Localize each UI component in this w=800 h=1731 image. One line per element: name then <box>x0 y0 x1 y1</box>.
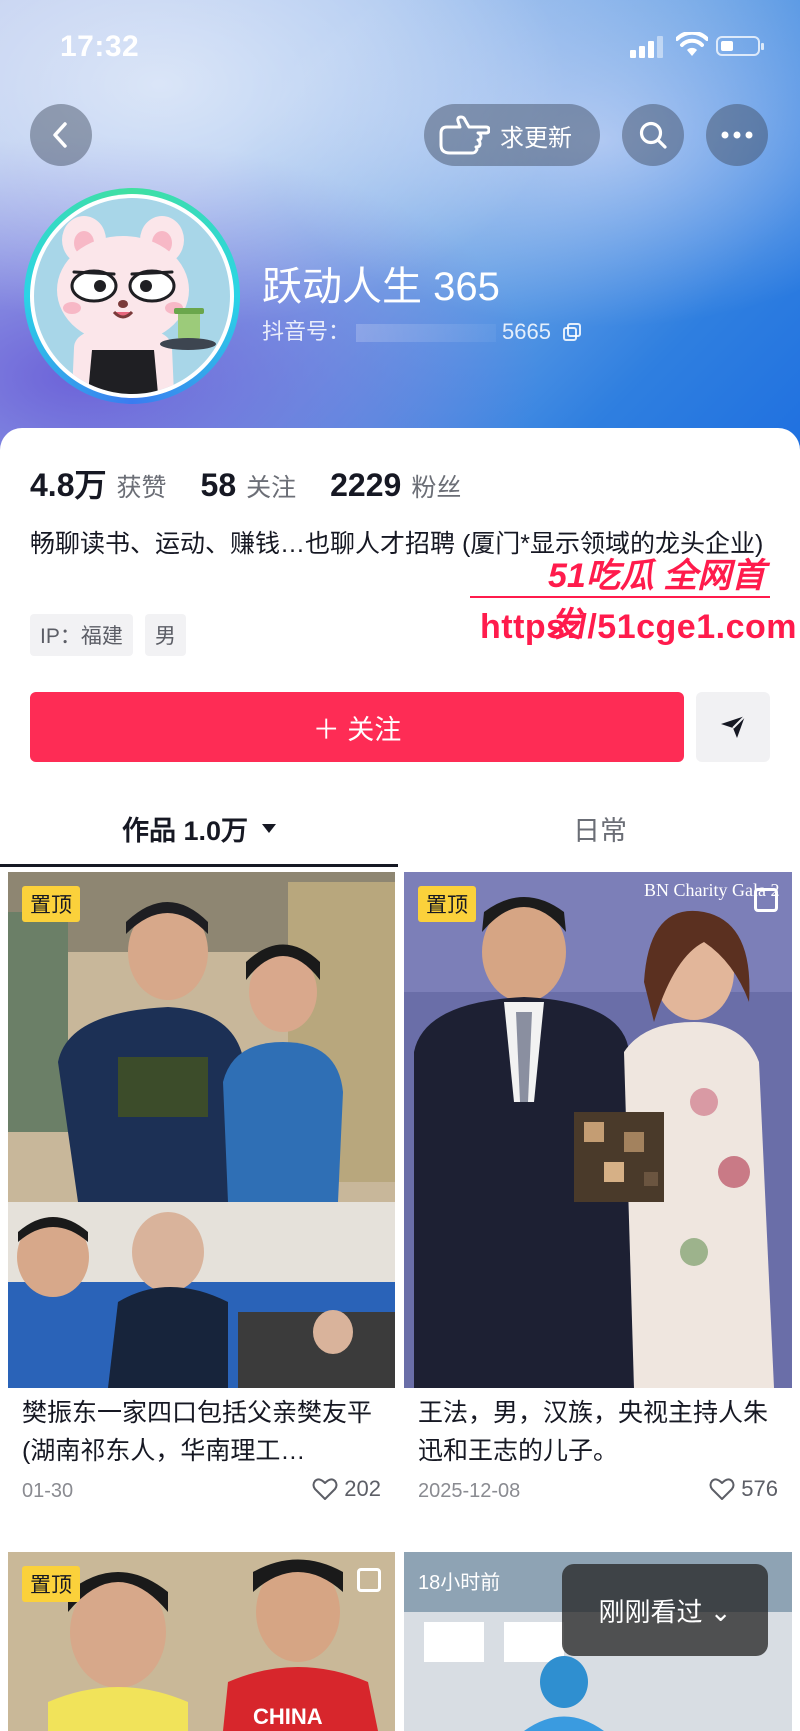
post-date: 01-30 <box>22 1480 74 1502</box>
chevron-left-icon <box>53 122 67 148</box>
stat-following-label: 关注 <box>246 474 297 502</box>
tab-daily[interactable]: 日常 <box>400 790 800 866</box>
post-card-2[interactable]: BN Charity Gala 2 置顶 王法，男，汉族，央视主持人朱迅和王志的… <box>404 872 792 1542</box>
pointing-hand-icon <box>439 115 490 155</box>
watermark: 51吃瓜 全网首发 https://51cge1.com <box>470 548 796 668</box>
search-icon <box>639 121 667 149</box>
post-likes[interactable]: 576 <box>709 1476 778 1502</box>
stat-followers-number: 2229 <box>330 467 402 503</box>
avatar[interactable] <box>24 188 240 404</box>
status-bar: 17:32 <box>0 0 800 90</box>
stat-likes-number: 4.8万 <box>30 467 107 503</box>
post-thumbnail: BN Charity Gala 2 置顶 <box>404 872 792 1388</box>
douyin-id: 抖音号： 5665 <box>262 314 582 346</box>
tab-works-label: 作品 1.0万 <box>121 815 249 846</box>
stat-likes[interactable]: 4.8万 获赞 <box>30 460 167 506</box>
battery-icon <box>716 36 764 56</box>
search-button[interactable] <box>622 104 684 166</box>
tab-active-indicator <box>0 864 398 867</box>
heart-icon <box>312 1478 338 1500</box>
nickname: 跃动人生 365 <box>262 265 500 309</box>
stat-following[interactable]: 58 关注 <box>201 467 297 504</box>
heart-icon <box>709 1478 735 1500</box>
ip-location-tag: IP：福建 <box>30 614 133 656</box>
multi-image-icon <box>754 888 778 912</box>
pinned-badge: 置顶 <box>418 886 476 922</box>
post-thumbnail: 置顶 <box>8 872 395 1388</box>
send-icon <box>721 715 746 738</box>
svg-text:CHINA: CHINA <box>253 1704 323 1729</box>
pinned-badge: 置顶 <box>22 1566 80 1602</box>
post-card-1[interactable]: 置顶 樊振东一家四口包括父亲樊友平 (湖南祁东人，华南理工… 01-30 202 <box>8 872 395 1542</box>
follow-button[interactable]: ＋ 关注 <box>30 692 684 762</box>
recently-viewed-button[interactable]: 刚刚看过 ⌄ <box>562 1564 768 1656</box>
post-likes-count: 202 <box>344 1476 381 1501</box>
more-dots-icon <box>721 131 753 139</box>
stat-followers[interactable]: 2229 粉丝 <box>330 467 461 504</box>
avatar-illustration <box>57 216 216 394</box>
stat-followers-label: 粉丝 <box>411 474 462 502</box>
post-card-3[interactable]: CHINA 置顶 <box>8 1552 395 1731</box>
pinned-badge: 置顶 <box>22 886 80 922</box>
post-thumbnail: CHINA 置顶 <box>8 1552 395 1731</box>
copy-icon[interactable] <box>563 323 582 341</box>
request-update-label: 求更新 <box>500 124 572 152</box>
profile-tags: IP：福建 男 <box>30 614 198 656</box>
watermark-line2: https://51cge1.com <box>480 608 797 646</box>
douyin-id-label: 抖音号： <box>262 319 351 344</box>
profile-stats: 4.8万 获赞 58 关注 2229 粉丝 <box>30 460 495 506</box>
content-tabs: 作品 1.0万 日常 <box>0 790 800 866</box>
request-update-button[interactable]: 求更新 <box>424 104 600 166</box>
status-time: 17:32 <box>60 30 140 63</box>
stat-following-number: 58 <box>200 467 237 503</box>
wifi-icon <box>676 32 708 56</box>
post-likes[interactable]: 202 <box>312 1476 381 1502</box>
post-date: 2025-12-08 <box>418 1480 521 1502</box>
multi-image-icon <box>357 1568 381 1592</box>
gender-tag: 男 <box>144 614 186 656</box>
signal-icon <box>630 36 663 58</box>
douyin-id-tail: 5665 <box>502 319 551 344</box>
tab-works[interactable]: 作品 1.0万 <box>0 790 400 866</box>
back-button[interactable] <box>30 104 92 166</box>
douyin-id-masked <box>356 324 497 343</box>
post-likes-count: 576 <box>741 1476 778 1501</box>
post-title: 王法，男，汉族，央视主持人朱迅和王志的儿子。 <box>418 1399 769 1465</box>
share-button[interactable] <box>696 692 770 762</box>
more-button[interactable] <box>706 104 768 166</box>
post-title: 樊振东一家四口包括父亲樊友平 (湖南祁东人，华南理工… <box>22 1399 373 1465</box>
caret-down-icon <box>262 824 277 833</box>
stat-likes-label: 获赞 <box>116 474 167 502</box>
post-time-badge: 18小时前 <box>418 1572 501 1594</box>
